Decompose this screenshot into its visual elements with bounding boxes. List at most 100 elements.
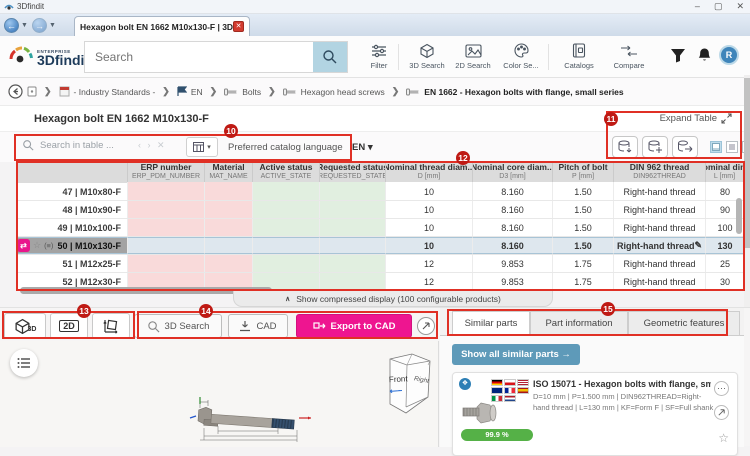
- catalog-book-icon: [572, 43, 586, 58]
- table-row[interactable]: 49 | M10x100-F 10 8.160 1.50 Right-hand thr…: [17, 219, 744, 237]
- toolbar-3d-search[interactable]: 3D Search: [404, 42, 450, 70]
- pencil-icon[interactable]: ✎: [694, 240, 702, 251]
- annotation-badge-13: 13: [77, 304, 91, 318]
- breadcrumb: ❯ - Industry Standards - ❯ EN ❯ Bolts ❯ …: [0, 78, 744, 106]
- divider: [398, 44, 399, 70]
- export-selection-button[interactable]: [642, 136, 668, 158]
- window-titlebar: 3Dfindit – ▢ ✕: [0, 0, 750, 14]
- show-all-similar-parts-button[interactable]: Show all similar parts →: [452, 344, 580, 365]
- tab-close-button[interactable]: ✕: [233, 21, 244, 32]
- expand-table-button[interactable]: Expand Table: [660, 113, 732, 124]
- search-input[interactable]: [85, 42, 313, 72]
- row-menu-icon[interactable]: (≡): [44, 241, 53, 250]
- density-medium-toggle[interactable]: [726, 141, 738, 153]
- crumb-hexagon-head-screws[interactable]: Hexagon head screws: [301, 87, 385, 97]
- database-download-icon: [618, 140, 632, 153]
- table-header-row: ERP number ERP_PDM_NUMBER Material MAT_NAM…: [17, 162, 744, 182]
- toolbar-filter[interactable]: Filter: [356, 42, 402, 70]
- product-table: ERP number ERP_PDM_NUMBER Material MAT_NAM…: [17, 162, 744, 291]
- header-thread-diameter[interactable]: Nominal thread diam... D [mm]: [386, 162, 473, 182]
- column-settings-button[interactable]: ▾: [186, 137, 218, 157]
- header-pitch[interactable]: Pitch of bolt P [mm]: [553, 162, 614, 182]
- home-page-icon[interactable]: [27, 86, 37, 97]
- crumb-en[interactable]: EN: [191, 87, 203, 97]
- 3d-viewport[interactable]: Front Right: [0, 341, 439, 447]
- header-requested-status[interactable]: Requested status REQUESTED_STATE: [320, 162, 386, 182]
- match-percentage-badge: 99.9 %: [461, 429, 533, 441]
- app-logo[interactable]: ENTERPRISE 3Dfindit: [8, 44, 90, 68]
- header-din962-thread[interactable]: DIN 962 thread DIN962THREAD: [614, 162, 706, 182]
- export-row-button[interactable]: [672, 136, 698, 158]
- header-erp-number[interactable]: ERP number ERP_PDM_NUMBER: [128, 162, 205, 182]
- export-table-button[interactable]: [612, 136, 638, 158]
- maximize-button[interactable]: ▢: [714, 1, 723, 12]
- send-to-app-button[interactable]: [417, 317, 435, 335]
- bolt-icon: [224, 88, 237, 95]
- flag-cz-icon: [504, 379, 516, 386]
- table-row[interactable]: 47 | M10x80-F 10 8.160 1.50 Right-hand thre…: [17, 183, 744, 201]
- density-compact-toggle[interactable]: [710, 141, 722, 153]
- crumb-industry-standards[interactable]: - Industry Standards -: [74, 87, 156, 97]
- search-icon: [23, 140, 34, 151]
- results-filter-icon[interactable]: [670, 48, 686, 63]
- favorite-star-icon[interactable]: ☆: [33, 240, 41, 251]
- tab-similar-parts[interactable]: Similar parts: [452, 311, 530, 336]
- tab-geometric-features[interactable]: Geometric features: [628, 311, 740, 336]
- card-more-button[interactable]: ⋯: [714, 381, 729, 396]
- table-search[interactable]: Search in table ... ‹ › ✕: [22, 139, 167, 151]
- viewer-tab-3d[interactable]: 3D: [4, 313, 46, 339]
- back-button[interactable]: ←: [4, 17, 19, 33]
- page-scrollbar-thumb[interactable]: [744, 78, 750, 248]
- tab-part-information[interactable]: Part information: [530, 311, 628, 336]
- browser-tab[interactable]: Hexagon bolt EN 1662 M10x130-F | 3Dfindi…: [74, 16, 250, 36]
- brand-name: 3Dfindit: [37, 52, 90, 68]
- forward-button[interactable]: →: [31, 17, 47, 33]
- toolbar-color-search[interactable]: Color Se...: [498, 42, 544, 70]
- viewer-tab-3d-label: 3D: [27, 325, 37, 333]
- language-select[interactable]: EN ▾: [352, 142, 373, 153]
- toolbar-catalogs[interactable]: Catalogs: [556, 42, 602, 70]
- forward-dropdown-icon[interactable]: ▼: [49, 22, 56, 29]
- en-flag-icon: [177, 86, 187, 96]
- header-active-status[interactable]: Active status ACTIVE_STATE: [253, 162, 320, 182]
- crumb-bolts[interactable]: Bolts: [242, 87, 261, 97]
- notifications-bell-icon[interactable]: [697, 47, 712, 63]
- table-body: 47 | M10x80-F 10 8.160 1.50 Right-hand thre…: [17, 183, 744, 291]
- window-title: 3Dfindit: [17, 2, 45, 11]
- user-avatar[interactable]: R: [719, 45, 739, 65]
- gauge-logo-icon: [9, 46, 33, 63]
- table-row[interactable]: 48 | M10x90-F 10 8.160 1.50 Right-hand thre…: [17, 201, 744, 219]
- close-button[interactable]: ✕: [736, 1, 744, 12]
- app-header: ENTERPRISE 3Dfindit Filter 3D Search 2D …: [0, 36, 750, 78]
- header-nominal-length[interactable]: Nominal dimeL [mm]: [706, 162, 744, 182]
- search-button[interactable]: [313, 42, 347, 72]
- minimize-button[interactable]: –: [695, 1, 700, 12]
- card-open-button[interactable]: [714, 405, 729, 420]
- similar-part-title[interactable]: ISO 15071 - Hexagon bolts with flange, s…: [533, 379, 711, 389]
- header-material[interactable]: Material MAT_NAME: [205, 162, 253, 182]
- card-favorite-star-icon[interactable]: ☆: [718, 431, 729, 445]
- export-row-chip-icon[interactable]: ⇄: [17, 239, 30, 252]
- bolt-icon: [282, 88, 296, 95]
- bolt-3d-render[interactable]: [160, 396, 330, 446]
- breadcrumb-back-icon[interactable]: [8, 84, 23, 99]
- table-search-nav-icons[interactable]: ‹ › ✕: [138, 140, 167, 151]
- table-row[interactable]: 51 | M12x25-F 12 9.853 1.75 Right-hand thre…: [17, 255, 744, 273]
- toolbar-2d-search[interactable]: 2D Search: [450, 42, 496, 70]
- view-cube[interactable]: Front Right: [378, 351, 436, 417]
- toolbar-filter-label: Filter: [370, 61, 388, 70]
- table-row-selected[interactable]: ⇄ ☆ (≡) 50 | M10x130-F 10 8.160 1.50 Right…: [17, 237, 744, 255]
- search-icon: [323, 50, 337, 64]
- viewer-3d-search-button[interactable]: 3D Search: [134, 314, 222, 338]
- toolbar-compare[interactable]: Compare: [606, 42, 652, 70]
- compressed-display-toggle[interactable]: ∧ Show compressed display (100 configura…: [233, 291, 553, 307]
- export-to-cad-button[interactable]: Export to CAD: [296, 314, 412, 338]
- viewer-tab-dimensions[interactable]: [92, 313, 130, 339]
- header-core-diameter[interactable]: Nominal core diam... D3 [mm]: [473, 162, 553, 182]
- similar-part-card[interactable]: ❖ ISO 15071 - Hexagon bolts with flange,…: [452, 372, 738, 456]
- viewer-list-button[interactable]: [10, 349, 38, 377]
- back-dropdown-icon[interactable]: ▼: [21, 22, 28, 29]
- cad-download-button[interactable]: CAD: [228, 314, 288, 338]
- table-vertical-scrollbar[interactable]: [736, 198, 742, 234]
- search-3d-icon: [147, 320, 160, 332]
